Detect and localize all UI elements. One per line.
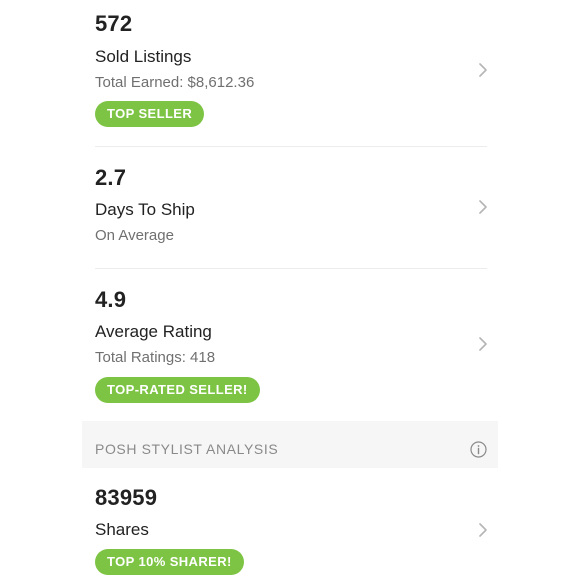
section-title: POSH STYLIST ANALYSIS [95, 441, 279, 457]
average-rating-title: Average Rating [95, 322, 212, 341]
total-earned-text: Total Earned: $8,612.36 [95, 74, 255, 91]
chevron-right-icon [479, 200, 487, 214]
shares-title: Shares [95, 520, 149, 539]
top-sharer-badge: TOP 10% SHARER! [95, 549, 244, 575]
days-to-ship-value: 2.7 [95, 165, 127, 190]
sold-listings-title: Sold Listings [95, 47, 192, 66]
shares-card[interactable]: 83959 Shares TOP 10% SHARER! [82, 487, 498, 577]
top-rated-seller-badge: TOP-RATED SELLER! [95, 377, 260, 403]
average-rating-value: 4.9 [95, 287, 127, 312]
closet-insights-screen: 572 Sold Listings Total Earned: $8,612.3… [0, 0, 580, 580]
sold-listings-count: 572 [95, 11, 133, 36]
on-average-text: On Average [95, 227, 174, 244]
chevron-right-icon [479, 63, 487, 77]
posh-stylist-analysis-header: POSH STYLIST ANALYSIS [82, 421, 498, 468]
chevron-right-icon [479, 337, 487, 351]
total-ratings-text: Total Ratings: 418 [95, 349, 216, 366]
days-to-ship-title: Days To Ship [95, 200, 195, 219]
chevron-right-icon [479, 523, 487, 537]
shares-count: 83959 [95, 485, 158, 510]
divider [95, 268, 487, 269]
average-rating-card[interactable]: 4.9 Average Rating Total Ratings: 418 TO… [82, 289, 498, 411]
sold-listings-card[interactable]: 572 Sold Listings Total Earned: $8,612.3… [82, 13, 498, 141]
days-to-ship-card[interactable]: 2.7 Days To Ship On Average [82, 167, 498, 257]
top-seller-badge: TOP SELLER [95, 101, 205, 127]
info-icon[interactable] [470, 441, 487, 458]
divider [95, 146, 487, 147]
